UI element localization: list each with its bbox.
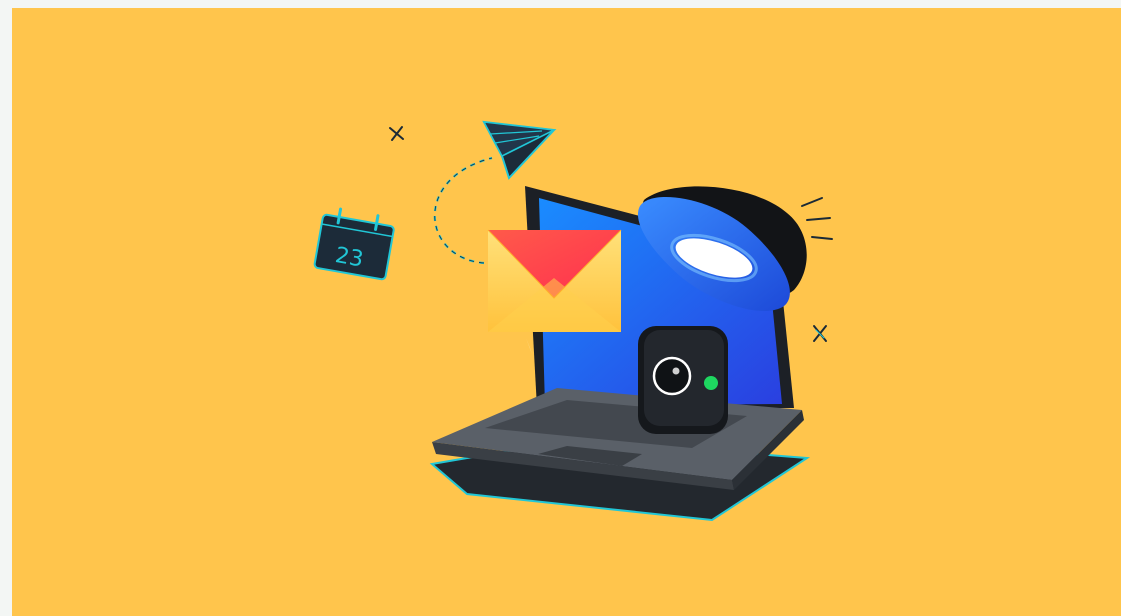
illustration: 23: [313, 120, 833, 522]
image-frame: 23: [0, 0, 1121, 616]
calendar-day-number: 23: [333, 243, 365, 272]
illustration-panel: 23: [12, 8, 1121, 616]
webcam-icon: [638, 326, 728, 434]
dashed-path: [433, 156, 493, 265]
sparkle-lines-icon: [801, 197, 833, 240]
paper-plane-icon: [482, 120, 557, 180]
sparkle-icon: [389, 126, 404, 141]
cross-icon: [813, 325, 827, 342]
calendar-icon: 23: [313, 207, 395, 281]
